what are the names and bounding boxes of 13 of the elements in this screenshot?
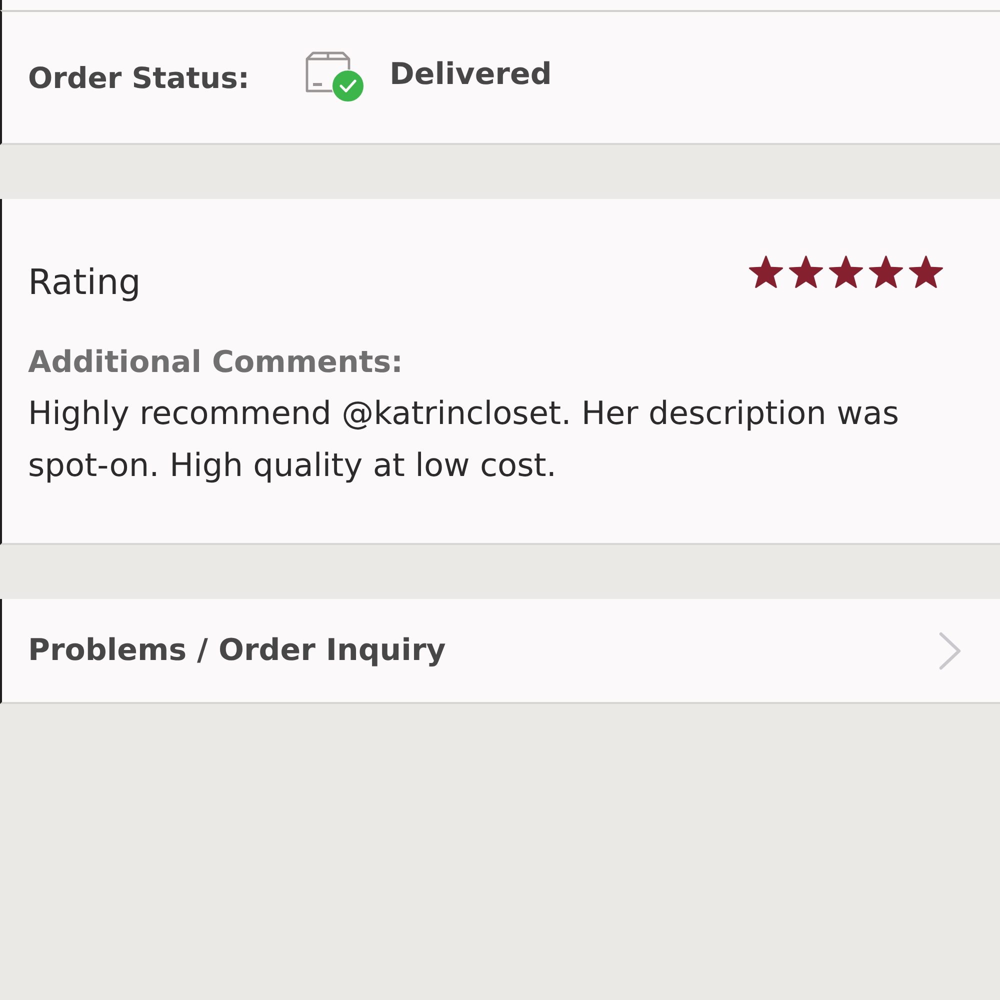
filled-star-icon [908,255,944,289]
comments-text: Highly recommend @katrincloset. Her description was spot-on. High quality at low cost. [28,393,900,486]
comments-label: Additional Comments: [28,344,404,382]
filled-star-icon [788,255,824,289]
chevron-right-icon [938,632,962,670]
filled-star-icon [828,255,864,289]
filled-star-icon [748,255,784,289]
order-status-value: Delivered [389,57,552,92]
order-inquiry-row[interactable]: Problems / Order Inquiry [0,599,1000,704]
rating-title: Rating [28,262,141,305]
filled-star-icon [868,255,904,289]
order-status-label: Order Status: [28,60,250,94]
delivered-box-icon [305,50,366,102]
